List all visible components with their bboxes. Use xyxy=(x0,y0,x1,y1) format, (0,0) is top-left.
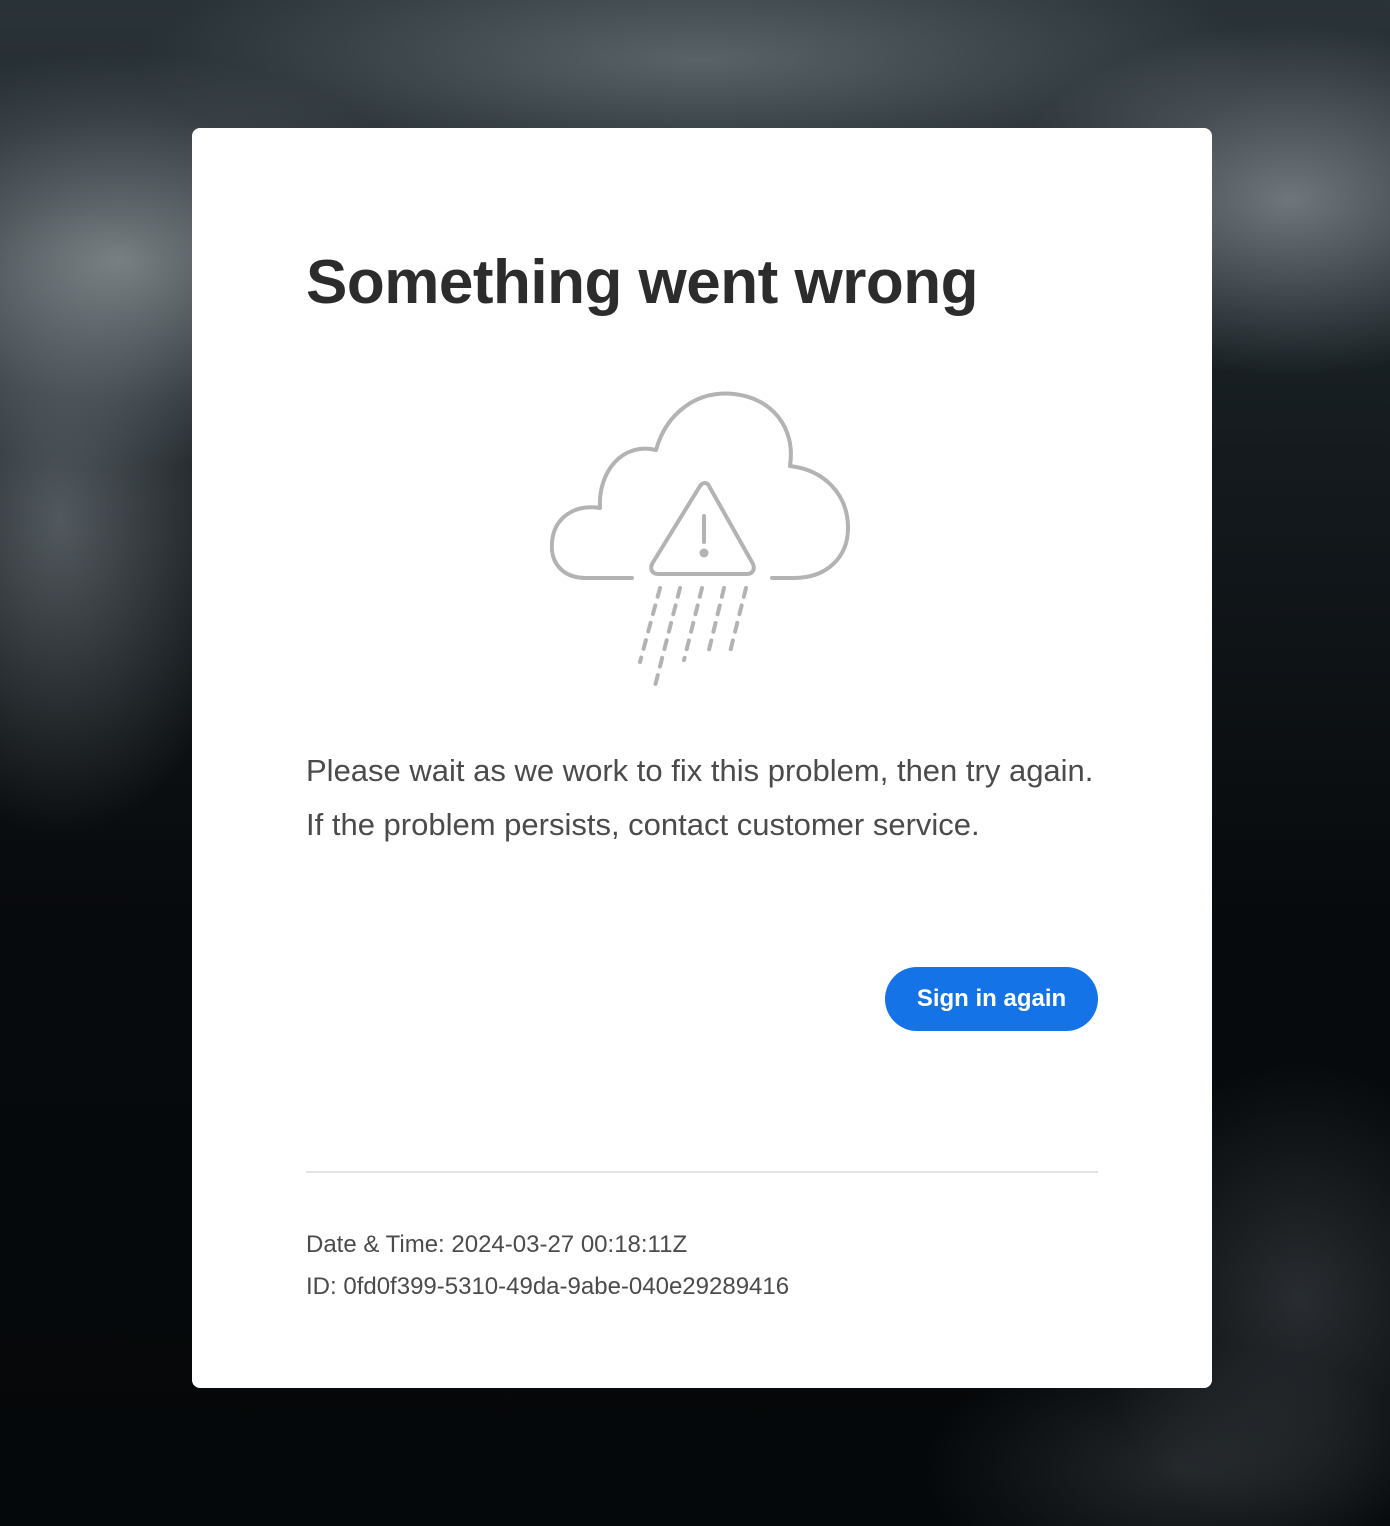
error-details: Date & Time: 2024-03-27 00:18:11Z ID: 0f… xyxy=(306,1224,789,1308)
datetime-value: 2024-03-27 00:18:11Z xyxy=(451,1231,688,1258)
error-dialog: Something went wrong Please wait as we w… xyxy=(192,128,1212,1388)
id-label: ID: xyxy=(306,1273,337,1300)
id-row: ID: 0fd0f399-5310-49da-9abe-040e29289416 xyxy=(306,1266,789,1308)
error-message: Please wait as we work to fix this probl… xyxy=(306,753,1094,842)
datetime-row: Date & Time: 2024-03-27 00:18:11Z xyxy=(306,1224,789,1266)
id-value: 0fd0f399-5310-49da-9abe-040e29289416 xyxy=(343,1273,790,1300)
sign-in-again-button[interactable]: Sign in again xyxy=(885,967,1098,1031)
page-title: Something went wrong xyxy=(306,248,978,317)
cloud-warning-rain-icon xyxy=(550,391,850,688)
divider xyxy=(306,1171,1098,1173)
datetime-label: Date & Time: xyxy=(306,1231,445,1258)
